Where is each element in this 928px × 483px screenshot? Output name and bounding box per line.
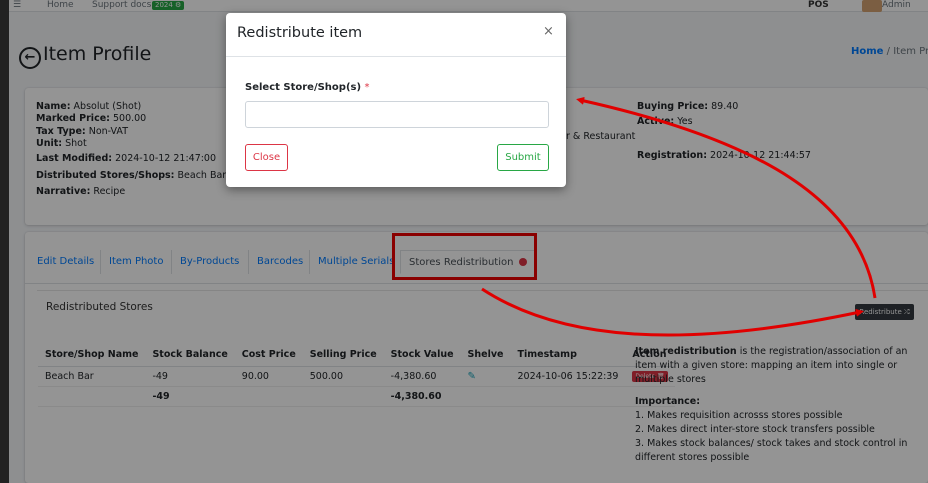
page: ☰ Home Support docs 2024 ⚙ POS Admin ← I… (0, 0, 928, 483)
arrow-tab-to-button (481, 287, 864, 337)
annotation-arrows (481, 96, 877, 337)
arrow-button-to-input (576, 96, 877, 299)
